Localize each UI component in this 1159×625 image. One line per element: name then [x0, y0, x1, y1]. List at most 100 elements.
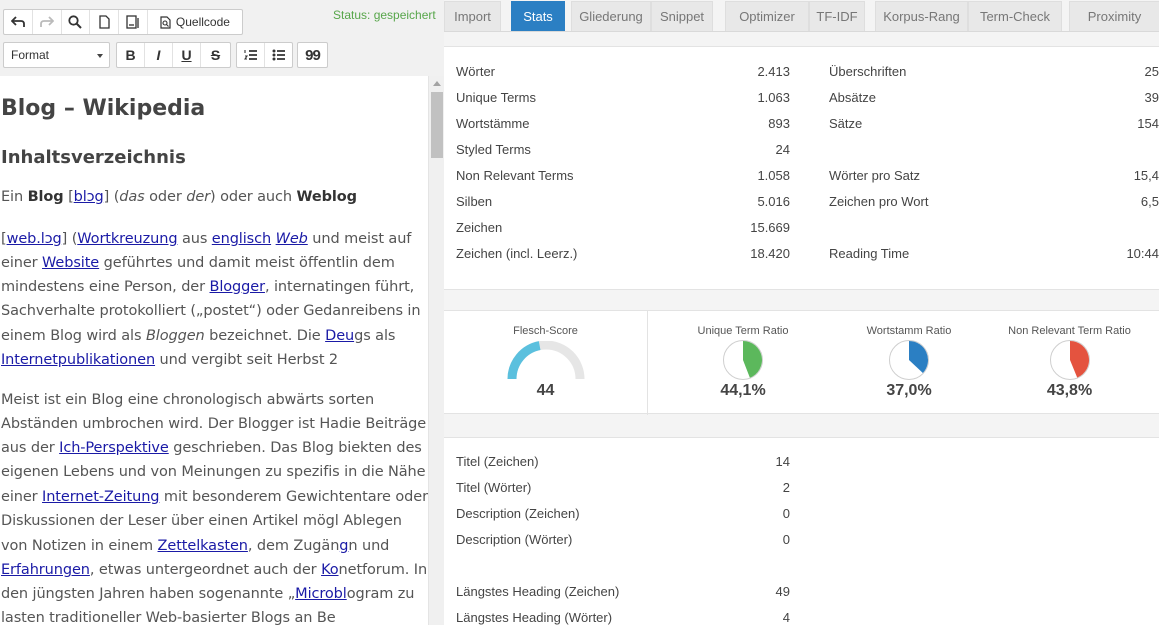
save-status: Status: gespeichert: [333, 8, 436, 22]
article-title: Blog – Wikipedia: [1, 96, 206, 121]
underline-button[interactable]: U: [173, 43, 201, 67]
text-run: ] (: [61, 231, 78, 247]
meta-stat-value: 0: [782, 532, 790, 547]
stat-label: Reading Time: [829, 246, 910, 261]
bullet-list-button[interactable]: [265, 43, 293, 67]
ratio-gauges-card: Flesch-Score 44 Unique Term Ratio 44,1% Wo…: [444, 310, 1159, 415]
non-relevant-term-ratio-value: 43,8%: [1046, 382, 1093, 399]
text-run: , etwas untergeordnet auch der: [89, 562, 322, 578]
wiki-link[interactable]: Blogger: [210, 279, 266, 295]
wiki-link[interactable]: web.lɔg: [7, 231, 62, 247]
strikethrough-button[interactable]: S: [201, 43, 230, 67]
blockquote-button[interactable]: 99: [298, 43, 327, 67]
undo-icon: [10, 16, 25, 28]
unique-term-ratio-value: 44,1%: [720, 382, 766, 399]
editor-toolbar: Quellcode Status: gespeichert Format B I…: [0, 0, 444, 76]
text-run: mit besonderem Gewichten: [159, 489, 363, 505]
ordered-list-button[interactable]: [237, 43, 265, 67]
meta-stat-value: 14: [775, 454, 790, 469]
wortstamm-ratio-pie: [889, 340, 929, 380]
italic-text: Bloggen: [145, 328, 205, 344]
scrollbar-thumb[interactable]: [431, 92, 443, 158]
new-document-button[interactable]: [90, 10, 120, 34]
wiki-link[interactable]: Ko: [321, 562, 339, 578]
stat-label: Silben: [456, 194, 493, 209]
wiki-link[interactable]: blɔg: [74, 189, 104, 205]
redo-button[interactable]: [33, 10, 62, 34]
tab-korpus-rang[interactable]: Korpus-Rang: [875, 1, 968, 31]
text-run: ekten des: [351, 440, 422, 456]
text-run: ] (: [103, 189, 120, 205]
text-run: Abständen umbrochen wird. Der Blogger is…: [1, 416, 339, 432]
stat-value: 15,4: [1133, 168, 1159, 183]
tab-import[interactable]: Import: [444, 1, 501, 31]
bold-button[interactable]: B: [117, 43, 145, 67]
article-line: lasten traditioneller Web-basierter Blog…: [1, 610, 336, 625]
scroll-up-icon[interactable]: [433, 81, 441, 86]
article-line: eigenen Lebens und von Meinungen zu spez…: [1, 464, 426, 480]
tab-bar-divider: [444, 31, 1159, 32]
stat-label: Überschriften: [829, 64, 907, 79]
text-run: geschrieben. Das Blog bi: [168, 440, 352, 456]
format-select[interactable]: Format: [3, 42, 110, 68]
editor-scrollbar[interactable]: [428, 76, 444, 625]
text-run: und: [307, 231, 345, 247]
undo-button[interactable]: [4, 10, 33, 34]
article-line: Internetpublikationen und vergibt seit H…: [1, 352, 338, 368]
wiki-link[interactable]: englisch: [212, 231, 271, 247]
text-run: geführtes und damit meist öffentl: [99, 255, 346, 271]
meta-stat-label: Description (Zeichen): [456, 506, 580, 521]
bold-text: Blog: [27, 189, 64, 205]
search-button[interactable]: [62, 10, 91, 34]
text-run: , internati: [264, 279, 335, 295]
stat-value: 2.413: [757, 64, 790, 79]
meta-stat-value: 0: [782, 506, 790, 521]
tab-tf-idf[interactable]: TF-IDF: [809, 1, 865, 31]
wiki-link[interactable]: Internet-Zeitung: [42, 489, 159, 505]
article-line: einer Website geführtes und damit meist …: [1, 255, 395, 271]
stat-label: Wortstämme: [456, 116, 530, 131]
text-run: zu: [393, 586, 415, 602]
text-run: rten: [344, 392, 375, 408]
tab-snippet[interactable]: Snippet: [651, 1, 713, 31]
toolbar-group-quote: 99: [297, 42, 328, 68]
wiki-link[interactable]: Website: [42, 255, 99, 271]
text-run: bezeichnet. Die: [204, 328, 326, 344]
text-run: und vergibt seit Herbst 2: [155, 352, 339, 368]
wiki-link[interactable]: Deu: [325, 328, 354, 344]
wiki-link[interactable]: Web: [276, 231, 308, 247]
article-line: aus der Ich-Perspektive geschrieben. Das…: [1, 440, 422, 456]
tab-optimizer[interactable]: Optimizer: [725, 1, 809, 31]
text-run: von Notizen in einem: [1, 538, 158, 554]
text-run: Sachverhalte protokolliert („postet“) od…: [1, 303, 351, 319]
meta-stat-label: Längstes Heading (Zeichen): [456, 584, 620, 599]
text-run: , dem Zugän: [247, 538, 340, 554]
wiki-link[interactable]: Internetpublikationen: [1, 352, 155, 368]
stat-label: Zeichen (incl. Leerz.): [456, 246, 578, 261]
wiki-link[interactable]: Wortkreuzung: [77, 231, 177, 247]
text-run: einer: [1, 255, 43, 271]
tab-gliederung[interactable]: Gliederung: [571, 1, 651, 31]
text-run: reibens in: [350, 303, 421, 319]
text-run: in dem: [345, 255, 395, 271]
stat-label: Styled Terms: [456, 142, 531, 157]
text-run: Meist ist ein Blog eine chronologisch ab…: [1, 392, 345, 408]
article-line: Abständen umbrochen wird. Der Blogger is…: [1, 416, 426, 432]
preview-button[interactable]: [119, 10, 148, 34]
wiki-link[interactable]: Erfahrungen: [1, 562, 90, 578]
wiki-link[interactable]: Ich-Perspektive: [59, 440, 169, 456]
tab-stats[interactable]: Stats: [511, 1, 565, 31]
italic-button[interactable]: I: [145, 43, 173, 67]
tab-term-check[interactable]: Term-Check: [968, 1, 1062, 31]
stat-value: 893: [768, 116, 790, 131]
source-code-button[interactable]: Quellcode: [148, 10, 242, 34]
wiki-link[interactable]: Zettelkasten: [158, 538, 248, 554]
article-line: Diskussionen der Leser über einen Artike…: [1, 513, 402, 529]
tab-proximity[interactable]: Proximity: [1069, 1, 1159, 31]
format-select-value: Format: [11, 48, 50, 62]
wiki-link[interactable]: Microbl: [295, 586, 347, 602]
search-icon: [68, 15, 83, 29]
non-relevant-term-ratio-gauge: Non Relevant Term Ratio 43,8%: [980, 311, 1159, 415]
article-line: von Notizen in einem Zettelkasten, dem Z…: [1, 538, 389, 554]
editor-content[interactable]: Blog – Wikipedia Inhaltsverzeichnis Ein …: [0, 76, 428, 625]
